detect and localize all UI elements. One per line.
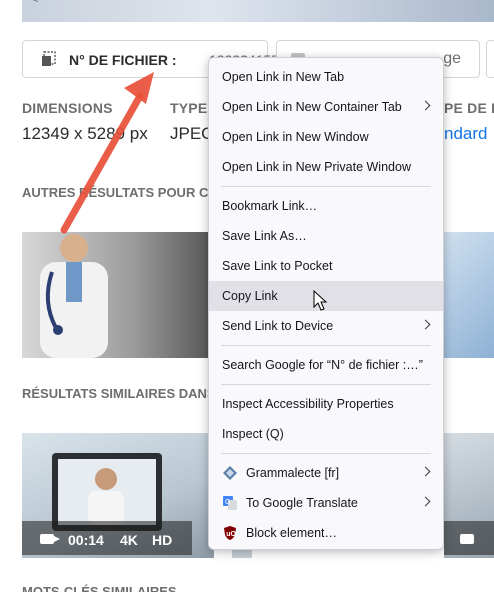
chevron-right-icon — [420, 466, 431, 477]
chevron-right-icon — [420, 319, 431, 330]
other-results-heading: AUTRES RÉSULTATS POUR CET — [22, 185, 225, 200]
page-action-button-2[interactable] — [486, 40, 494, 78]
action-button-label: ge — [443, 50, 461, 67]
menu-separator — [221, 186, 431, 187]
file-icon — [42, 51, 56, 66]
video-quality: HD — [152, 532, 173, 548]
menu-send-link-to-device[interactable]: Send Link to Device — [209, 311, 443, 341]
menu-item-label: Open Link in New Tab — [222, 70, 345, 84]
menu-inspect-accessibility[interactable]: Inspect Accessibility Properties — [209, 389, 443, 419]
menu-item-label: Bookmark Link… — [222, 199, 318, 213]
menu-copy-link[interactable]: Copy Link — [209, 281, 443, 311]
menu-search-google[interactable]: Search Google for “N° de fichier :…” — [209, 350, 443, 380]
similar-keywords-heading: MOTS-CLÉS SIMILAIRES — [22, 584, 177, 592]
menu-item-label: Block element… — [246, 526, 338, 540]
menu-separator — [221, 345, 431, 346]
menu-open-private-window[interactable]: Open Link in New Private Window — [209, 152, 443, 182]
top-image-strip: Ac — [22, 0, 494, 22]
menu-item-label: Copy Link — [222, 289, 278, 303]
chevron-right-icon — [420, 496, 431, 507]
menu-bookmark-link[interactable]: Bookmark Link… — [209, 191, 443, 221]
license-heading: PE DE LIC — [444, 100, 494, 116]
menu-item-label: Open Link in New Container Tab — [222, 100, 402, 114]
menu-open-container-tab[interactable]: Open Link in New Container Tab — [209, 92, 443, 122]
menu-open-new-window[interactable]: Open Link in New Window — [209, 122, 443, 152]
doctor-illustration — [40, 234, 108, 358]
menu-separator — [221, 453, 431, 454]
menu-save-link-as[interactable]: Save Link As… — [209, 221, 443, 251]
menu-item-label: Inspect (Q) — [222, 427, 284, 441]
google-translate-icon: G — [223, 496, 237, 510]
similar-results-heading: RÉSULTATS SIMILAIRES DANS — [22, 386, 216, 401]
menu-item-label: Save Link As… — [222, 229, 307, 243]
video-duration: 00:14 — [68, 532, 104, 548]
menu-item-label: Inspect Accessibility Properties — [222, 397, 394, 411]
menu-item-label: Send Link to Device — [222, 319, 334, 333]
svg-text:uO: uO — [226, 531, 236, 538]
video-info-bar: 00:14 4K HD — [22, 521, 192, 555]
chevron-right-icon — [420, 100, 431, 111]
file-number-label: N° DE FICHIER : — [69, 52, 177, 68]
license-link[interactable]: ndard — [444, 124, 487, 144]
menu-open-new-tab[interactable]: Open Link in New Tab — [209, 62, 443, 92]
dimensions-heading: DIMENSIONS — [22, 100, 113, 116]
ublock-icon: uO — [224, 526, 236, 540]
menu-block-element[interactable]: uO Block element… — [209, 518, 443, 548]
menu-item-label: Open Link in New Window — [222, 130, 369, 144]
menu-inspect[interactable]: Inspect (Q) — [209, 419, 443, 449]
thumbnail-right[interactable] — [444, 232, 494, 358]
video-info-bar-2 — [444, 521, 494, 555]
menu-item-label: Grammalecte [fr] — [246, 466, 340, 480]
video-resolution: 4K — [120, 532, 138, 548]
menu-google-translate[interactable]: G To Google Translate — [209, 488, 443, 518]
video-camera-icon — [460, 534, 474, 544]
grammalecte-icon — [223, 466, 237, 480]
svg-text:G: G — [225, 499, 230, 506]
menu-grammalecte[interactable]: Grammalecte [fr] — [209, 458, 443, 488]
type-heading: TYPE — [170, 100, 208, 116]
menu-item-label: To Google Translate — [246, 496, 358, 510]
video-camera-icon — [40, 534, 60, 544]
menu-item-label: Save Link to Pocket — [222, 259, 333, 273]
menu-item-label: Open Link in New Private Window — [222, 160, 411, 174]
menu-item-label: Search Google for “N° de fichier :…” — [222, 358, 423, 372]
dimensions-value: 12349 x 5289 px — [22, 124, 148, 143]
menu-separator — [221, 384, 431, 385]
context-menu: Open Link in New Tab Open Link in New Co… — [208, 57, 444, 550]
menu-save-to-pocket[interactable]: Save Link to Pocket — [209, 251, 443, 281]
doctor-thumbnail[interactable] — [22, 232, 208, 358]
